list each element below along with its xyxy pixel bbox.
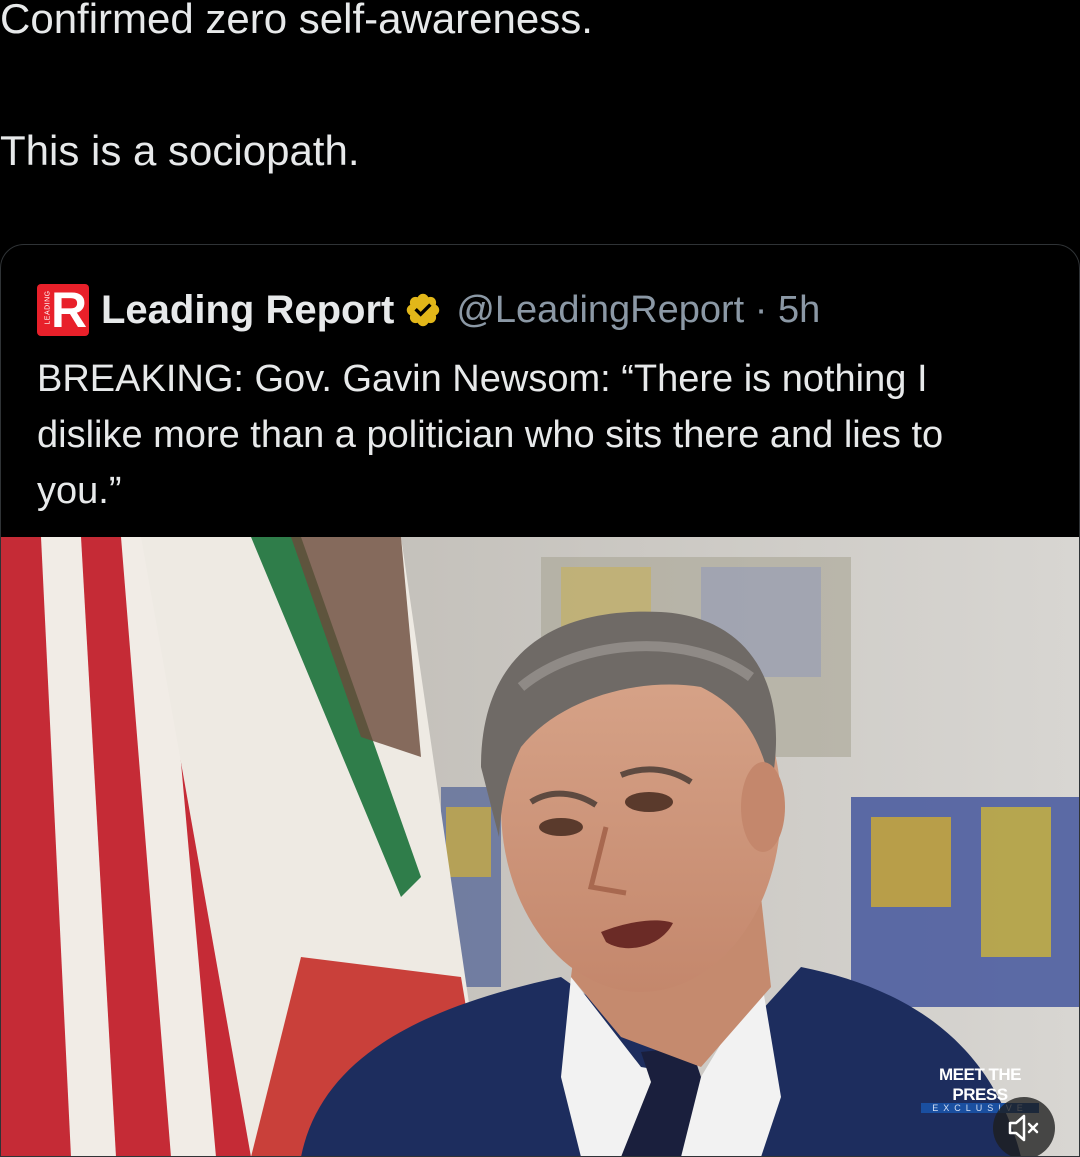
author-handle-time[interactable]: @LeadingReport · 5h [456, 289, 820, 332]
quoted-tweet-card[interactable]: LEADING R Leading Report @LeadingReport … [0, 244, 1080, 1157]
post-text-line-2: This is a sociopath. [0, 127, 360, 174]
quoted-tweet-header: LEADING R Leading Report @LeadingReport … [37, 283, 820, 337]
author-name[interactable]: Leading Report [101, 288, 394, 333]
verified-badge-icon [407, 293, 440, 327]
avatar-letter: R [51, 284, 88, 336]
post-text-line-1: Confirmed zero self-awareness. [0, 0, 593, 42]
quoted-tweet-body: BREAKING: Gov. Gavin Newsom: “There is n… [37, 358, 944, 512]
author-avatar[interactable]: LEADING R [37, 284, 89, 336]
video-frame [1, 537, 1079, 1156]
video-player[interactable]: MEET THE PRESS EXCLUSIVE [1, 537, 1079, 1156]
mute-button[interactable] [993, 1097, 1055, 1156]
speaker-muted-icon [1008, 1114, 1039, 1142]
